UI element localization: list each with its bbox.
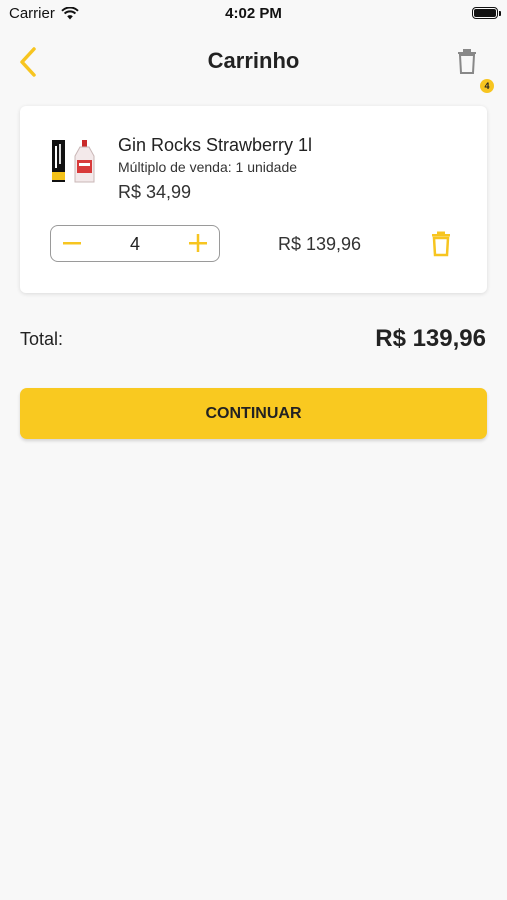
trash-icon [432,231,450,257]
continue-button[interactable]: CONTINUAR [20,388,487,439]
continue-button-label: CONTINUAR [205,405,302,422]
unit-price: R$ 34,99 [118,182,192,202]
total-label: Total: [20,329,64,349]
sale-multiple-text: Múltiplo de venda: 1 unidade [118,159,298,175]
nav-header: Carrinho 4 [0,40,507,93]
total-value: R$ 139,96 [375,325,486,352]
quantity-value[interactable]: 4 [91,234,179,255]
quantity-stepper: 4 [50,225,220,262]
clear-cart-button[interactable] [455,46,479,76]
cart-item-card: Gin Rocks Strawberry 1l Múltiplo de vend… [20,106,487,293]
page-title: Carrinho [207,48,300,73]
increase-quantity-button[interactable] [185,230,211,256]
product-name: Gin Rocks Strawberry 1l [118,135,313,155]
remove-item-button[interactable] [429,230,453,258]
minus-icon [63,242,81,245]
status-bar: Carrier 4:02 PM [0,0,507,28]
decrease-quantity-button[interactable] [59,230,85,256]
cart-count-badge: 4 [480,79,494,93]
trash-icon [458,49,476,74]
product-image [50,138,100,186]
plus-icon [189,234,207,252]
battery-icon [472,7,501,19]
clock: 4:02 PM [225,5,282,22]
line-total: R$ 139,96 [278,234,362,254]
